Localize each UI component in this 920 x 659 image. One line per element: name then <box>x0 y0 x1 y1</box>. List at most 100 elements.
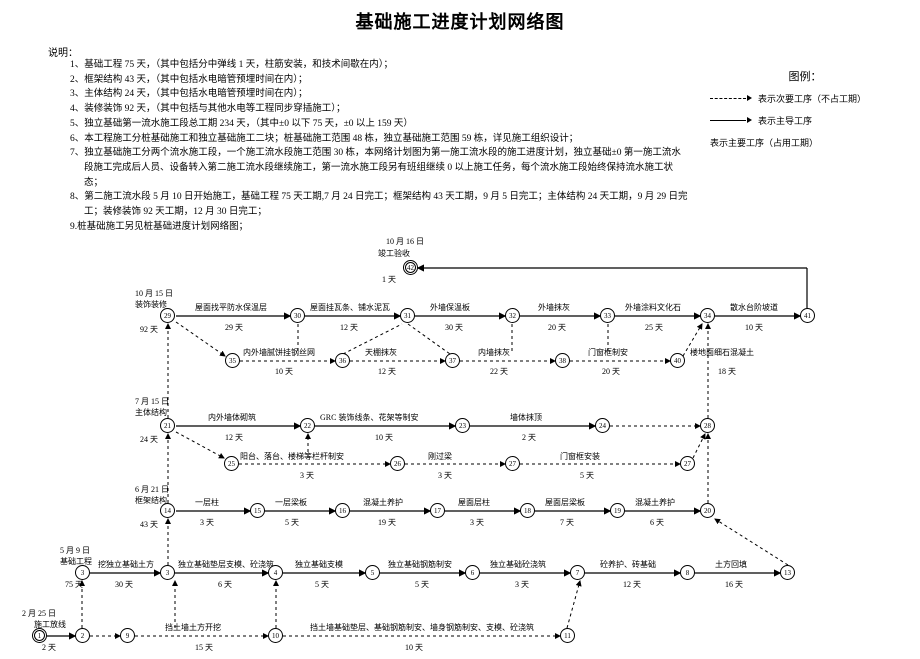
lbl-n2: 天棚抹灰 <box>365 347 397 358</box>
lbl-b2: 独立基础垫层支模、砼浇筑 <box>178 559 274 570</box>
node-3: 3 <box>160 565 175 580</box>
node-16: 16 <box>335 503 350 518</box>
node-29: 29 <box>160 308 175 323</box>
lbl-jc: 基础工程 <box>60 556 92 567</box>
legend-row-primary-arrow: 表示主导工序 <box>710 114 900 127</box>
lbl-f2d: 10 天 <box>405 642 423 653</box>
legend-title: 图例： <box>710 68 900 84</box>
lbl-r4: 外墙抹灰 <box>538 302 570 313</box>
node-24: 24 <box>595 418 610 433</box>
node-3-alt: 3 <box>75 565 90 580</box>
desc-item: 3、主体结构 24 天，（其中包括水电暗管预埋时间在内）； <box>70 87 690 102</box>
lbl-date-5: 5 月 9 日 <box>60 545 90 556</box>
lbl-jcd: 75 天 <box>65 579 83 590</box>
page-title: 基础施工进度计划网络图 <box>0 8 920 34</box>
node-23: 23 <box>455 418 470 433</box>
node-19: 19 <box>610 503 625 518</box>
lbl-r3: 外墙保温板 <box>430 302 470 313</box>
lbl-p3d: 5 天 <box>580 470 594 481</box>
desc-item: 5、独立基础第一流水施工段总工期 234 天，（其中±0 以下 75 天，±0 … <box>70 117 690 132</box>
lbl-b7: 土方回填 <box>715 559 747 570</box>
lbl-m3d: 2 天 <box>522 432 536 443</box>
lbl-r1d: 29 天 <box>225 322 243 333</box>
desc-item: 4、装修装饰 92 天，（其中包括与其他水电等工程同步穿插施工）； <box>70 102 690 117</box>
lbl-b4d: 5 天 <box>415 579 429 590</box>
legend-row-primary: 表示主要工序（占用工期） <box>710 136 900 149</box>
lbl-b6: 砼养护、砖基础 <box>600 559 656 570</box>
lbl-n3: 内墙抹灰 <box>478 347 510 358</box>
node-31: 31 <box>400 308 415 323</box>
lbl-n5d: 18 天 <box>718 366 736 377</box>
legend-text: 表示次要工序（不占工期） <box>758 92 866 105</box>
lbl-ztd: 24 天 <box>140 434 158 445</box>
node-30: 30 <box>290 308 305 323</box>
lbl-b4: 独立基础钢筋制安 <box>388 559 452 570</box>
legend-row-secondary: 表示次要工序（不占工期） <box>710 92 900 105</box>
lbl-b2d: 6 天 <box>218 579 232 590</box>
node-36: 36 <box>335 353 350 368</box>
lbl-k3: 混凝土养护 <box>363 497 403 508</box>
lbl-n5: 楼地面细石混凝土 <box>690 347 754 358</box>
lbl-k4d: 3 天 <box>470 517 484 528</box>
lbl-r3d: 30 天 <box>445 322 463 333</box>
lbl-k3d: 19 天 <box>378 517 396 528</box>
node-27: 27 <box>505 456 520 471</box>
lbl-r6: 散水台阶坡道 <box>730 302 778 313</box>
node-20: 20 <box>700 503 715 518</box>
lbl-fxd: 2 天 <box>42 642 56 653</box>
node-26: 26 <box>390 456 405 471</box>
lbl-m3: 墙体抹顶 <box>510 412 542 423</box>
lbl-n3d: 22 天 <box>490 366 508 377</box>
lbl-r2d: 12 天 <box>340 322 358 333</box>
lbl-date-1: 10 月 16 日 <box>386 236 424 247</box>
lbl-n4: 门窗框制安 <box>588 347 628 358</box>
lbl-n4d: 20 天 <box>602 366 620 377</box>
lbl-k5: 屋面层梁板 <box>545 497 585 508</box>
lbl-b5d: 3 天 <box>515 579 529 590</box>
node-40: 40 <box>670 353 685 368</box>
node-14: 14 <box>160 503 175 518</box>
lbl-k5d: 7 天 <box>560 517 574 528</box>
lbl-b7d: 16 天 <box>725 579 743 590</box>
network-diagram: 1 2 3 3 4 5 6 7 8 9 10 11 13 14 15 16 17… <box>0 226 920 656</box>
lbl-f1d: 15 天 <box>195 642 213 653</box>
node-37: 37 <box>445 353 460 368</box>
lbl-r1: 屋面找平防水保温层 <box>195 302 267 313</box>
node-10: 10 <box>268 628 283 643</box>
node-8: 8 <box>680 565 695 580</box>
desc-list: 1、基础工程 75 天，（其中包括分中弹线 1 天，柱筋安装，和技术间歇在内）；… <box>70 58 690 235</box>
lbl-f2: 挡土墙基础垫层、基础钢筋制安、墙身钢筋制安、支模、砼浇筑 <box>310 622 534 633</box>
lbl-r2: 屋面挂瓦条、铺水泥瓦 <box>310 302 390 313</box>
node-32: 32 <box>505 308 520 323</box>
lbl-f1: 挡土墙土方开挖 <box>165 622 221 633</box>
lbl-m1: 内外墙体砌筑 <box>208 412 256 423</box>
node-25: 25 <box>224 456 239 471</box>
lbl-k6: 混凝土养护 <box>635 497 675 508</box>
lbl-r5: 外墙涂料文化石 <box>625 302 681 313</box>
node-38: 38 <box>555 353 570 368</box>
desc-label: 说明： <box>48 44 78 59</box>
desc-item: 6、本工程施工分桩基础施工和独立基础施工二块；桩基础施工范围 48 栋，独立基础… <box>70 132 690 147</box>
node-15: 15 <box>250 503 265 518</box>
lbl-r4d: 20 天 <box>548 322 566 333</box>
node-42: 42 <box>403 260 418 275</box>
legend-text: 表示主导工序 <box>758 114 812 127</box>
node-28: 28 <box>700 418 715 433</box>
desc-item: 1、基础工程 75 天，（其中包括分中弹线 1 天，柱筋安装，和技术间歇在内）； <box>70 58 690 73</box>
lbl-p2: 刚过梁 <box>428 451 452 462</box>
lbl-zsd: 92 天 <box>140 324 158 335</box>
node-18: 18 <box>520 503 535 518</box>
node-21: 21 <box>160 418 175 433</box>
lbl-b6d: 12 天 <box>623 579 641 590</box>
lbl-b1d: 30 天 <box>115 579 133 590</box>
node-1: 1 <box>32 628 47 643</box>
lbl-k4: 屋面层柱 <box>458 497 490 508</box>
lbl-m1d: 12 天 <box>225 432 243 443</box>
lbl-n1d: 10 天 <box>275 366 293 377</box>
node-4: 4 <box>268 565 283 580</box>
node-33: 33 <box>600 308 615 323</box>
node-6: 6 <box>465 565 480 580</box>
lbl-b3: 独立基础支模 <box>295 559 343 570</box>
node-9: 9 <box>120 628 135 643</box>
lbl-date-2: 10 月 15 日 <box>135 288 173 299</box>
